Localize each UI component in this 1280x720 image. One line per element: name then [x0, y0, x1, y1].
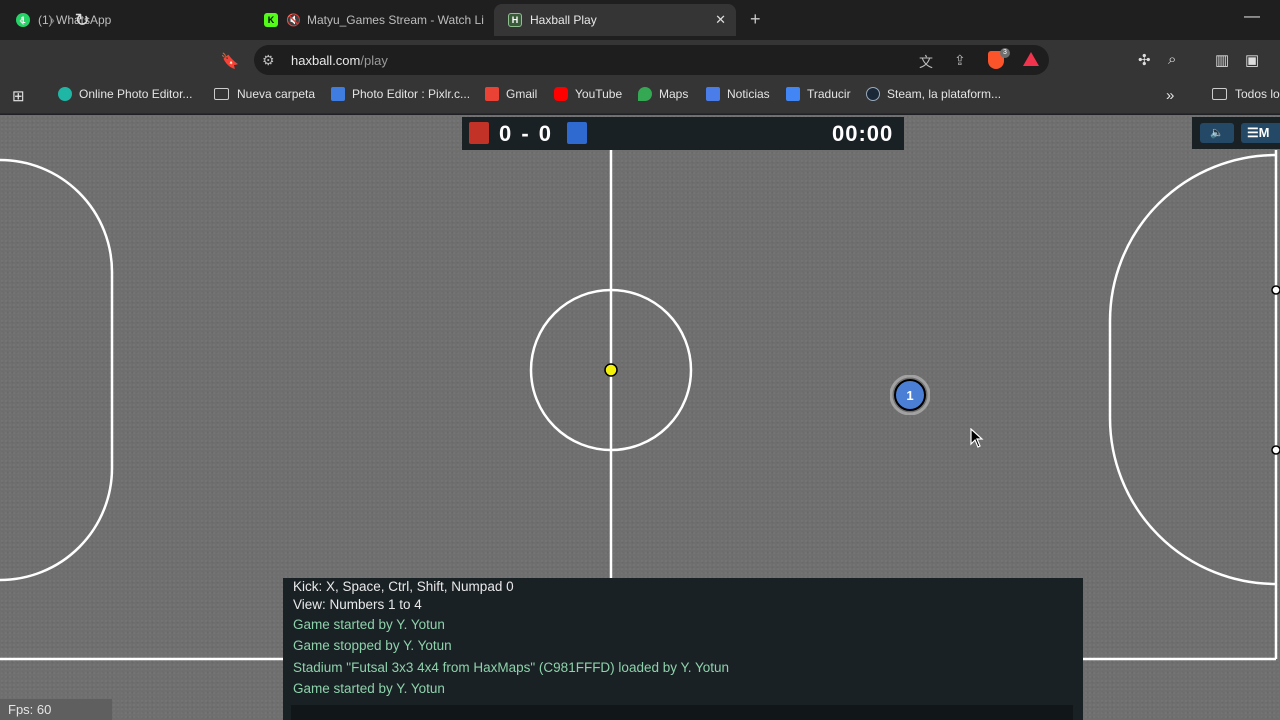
extensions-icon[interactable]: ✣ [1138, 51, 1151, 69]
chat-message: Game stopped by Y. Yotun [293, 638, 452, 653]
ball [604, 363, 618, 377]
goal-post-top [1271, 285, 1280, 295]
bookmark-pixlr[interactable]: Photo Editor : Pixlr.c... [331, 87, 470, 101]
chat-message: Game started by Y. Yotun [293, 617, 445, 632]
apps-grid-icon[interactable]: ⊞ [12, 87, 25, 105]
folder-icon [214, 88, 229, 100]
bookmark-noticias[interactable]: Noticias [706, 87, 770, 101]
mouse-cursor-icon [970, 428, 984, 448]
right-penalty-area [1108, 153, 1277, 586]
player-number: 1 [906, 388, 913, 403]
minimize-window-button[interactable]: — [1244, 8, 1260, 26]
haxball-icon: H [508, 13, 522, 27]
tab-title: Haxball Play [530, 13, 597, 27]
score-display: 0 - 0 [499, 121, 554, 146]
bookmark-photo-editor[interactable]: Online Photo Editor... [58, 87, 192, 101]
gmail-icon [485, 87, 499, 101]
bookmark-maps[interactable]: Maps [638, 87, 688, 101]
shields-count-badge: 3 [1000, 48, 1010, 58]
tab-whatsapp[interactable]: 1 (1) WhatsApp [2, 6, 252, 34]
tab-kick-stream[interactable]: K 🔇 Matyu_Games Stream - Watch Li [250, 6, 490, 34]
speaker-icon: 🔈 [1210, 127, 1224, 139]
share-icon[interactable]: ⇪ [954, 52, 966, 69]
hamburger-icon: ☰ [1247, 125, 1259, 140]
red-team-indicator [469, 122, 489, 144]
sound-toggle-button[interactable]: 🔈 [1200, 123, 1234, 143]
bookmark-steam[interactable]: Steam, la plataform... [866, 87, 1001, 101]
goal-post-bottom [1271, 445, 1280, 455]
chat-message: Game started by Y. Yotun [293, 681, 445, 696]
back-button[interactable]: ‹ [12, 10, 32, 31]
forward-button[interactable]: › [42, 10, 62, 31]
player-disc: 1 [890, 375, 930, 415]
photo-editor-icon [58, 87, 72, 101]
menu-button[interactable]: ☰M [1241, 123, 1280, 143]
address-bar[interactable]: ⚙ haxball.com/play 文 ⇪ [254, 45, 1049, 75]
bookmark-icon[interactable]: 🔖 [220, 52, 240, 70]
muted-audio-icon[interactable]: 🔇 [286, 13, 301, 27]
pixlr-icon [331, 87, 345, 101]
chat-message: Kick: X, Space, Ctrl, Shift, Numpad 0 [293, 579, 514, 594]
bookmark-youtube[interactable]: YouTube [554, 87, 622, 101]
steam-icon [866, 87, 880, 101]
fps-counter: Fps: 60 [0, 699, 112, 720]
folder-icon [1212, 88, 1227, 100]
bookmark-all-folder[interactable]: Todos lo [1212, 87, 1280, 101]
youtube-icon [554, 87, 568, 101]
address-url: haxball.com/play [291, 53, 388, 68]
reload-button[interactable]: ↻ [72, 10, 92, 31]
tab-title: Matyu_Games Stream - Watch Li [306, 13, 484, 27]
game-timer: 00:00 [832, 121, 894, 146]
left-penalty-area [0, 158, 114, 582]
chat-panel: Kick: X, Space, Ctrl, Shift, Numpad 0 Vi… [283, 578, 1083, 720]
blue-team-indicator [567, 122, 587, 144]
kick-icon: K [264, 13, 278, 27]
chat-input[interactable] [291, 705, 1073, 720]
bookmark-gmail[interactable]: Gmail [485, 87, 537, 101]
translate-bookmark-icon [786, 87, 800, 101]
new-tab-button[interactable]: + [750, 9, 761, 30]
sidebar-icon[interactable]: ▥ [1215, 51, 1229, 69]
translate-icon[interactable]: 文 [919, 52, 933, 72]
wallet-icon[interactable]: ▣ [1245, 51, 1259, 69]
chat-message: View: Numbers 1 to 4 [293, 597, 422, 612]
bookmark-folder-nueva-carpeta[interactable]: Nueva carpeta [214, 87, 315, 101]
bookmarks-overflow-chevron-icon[interactable]: » [1166, 87, 1174, 104]
tab-search-icon[interactable]: ⌕ [1168, 51, 1176, 68]
brave-rewards-icon[interactable] [1023, 52, 1039, 66]
tab-haxball[interactable]: H Haxball Play ✕ [494, 4, 736, 36]
close-tab-icon[interactable]: ✕ [715, 12, 726, 28]
site-info-icon[interactable]: ⚙ [262, 52, 275, 69]
maps-pin-icon [638, 87, 652, 101]
bookmark-traducir[interactable]: Traducir [786, 87, 851, 101]
chat-message: Stadium "Futsal 3x3 4x4 from HaxMaps" (C… [293, 660, 730, 675]
news-icon [706, 87, 720, 101]
